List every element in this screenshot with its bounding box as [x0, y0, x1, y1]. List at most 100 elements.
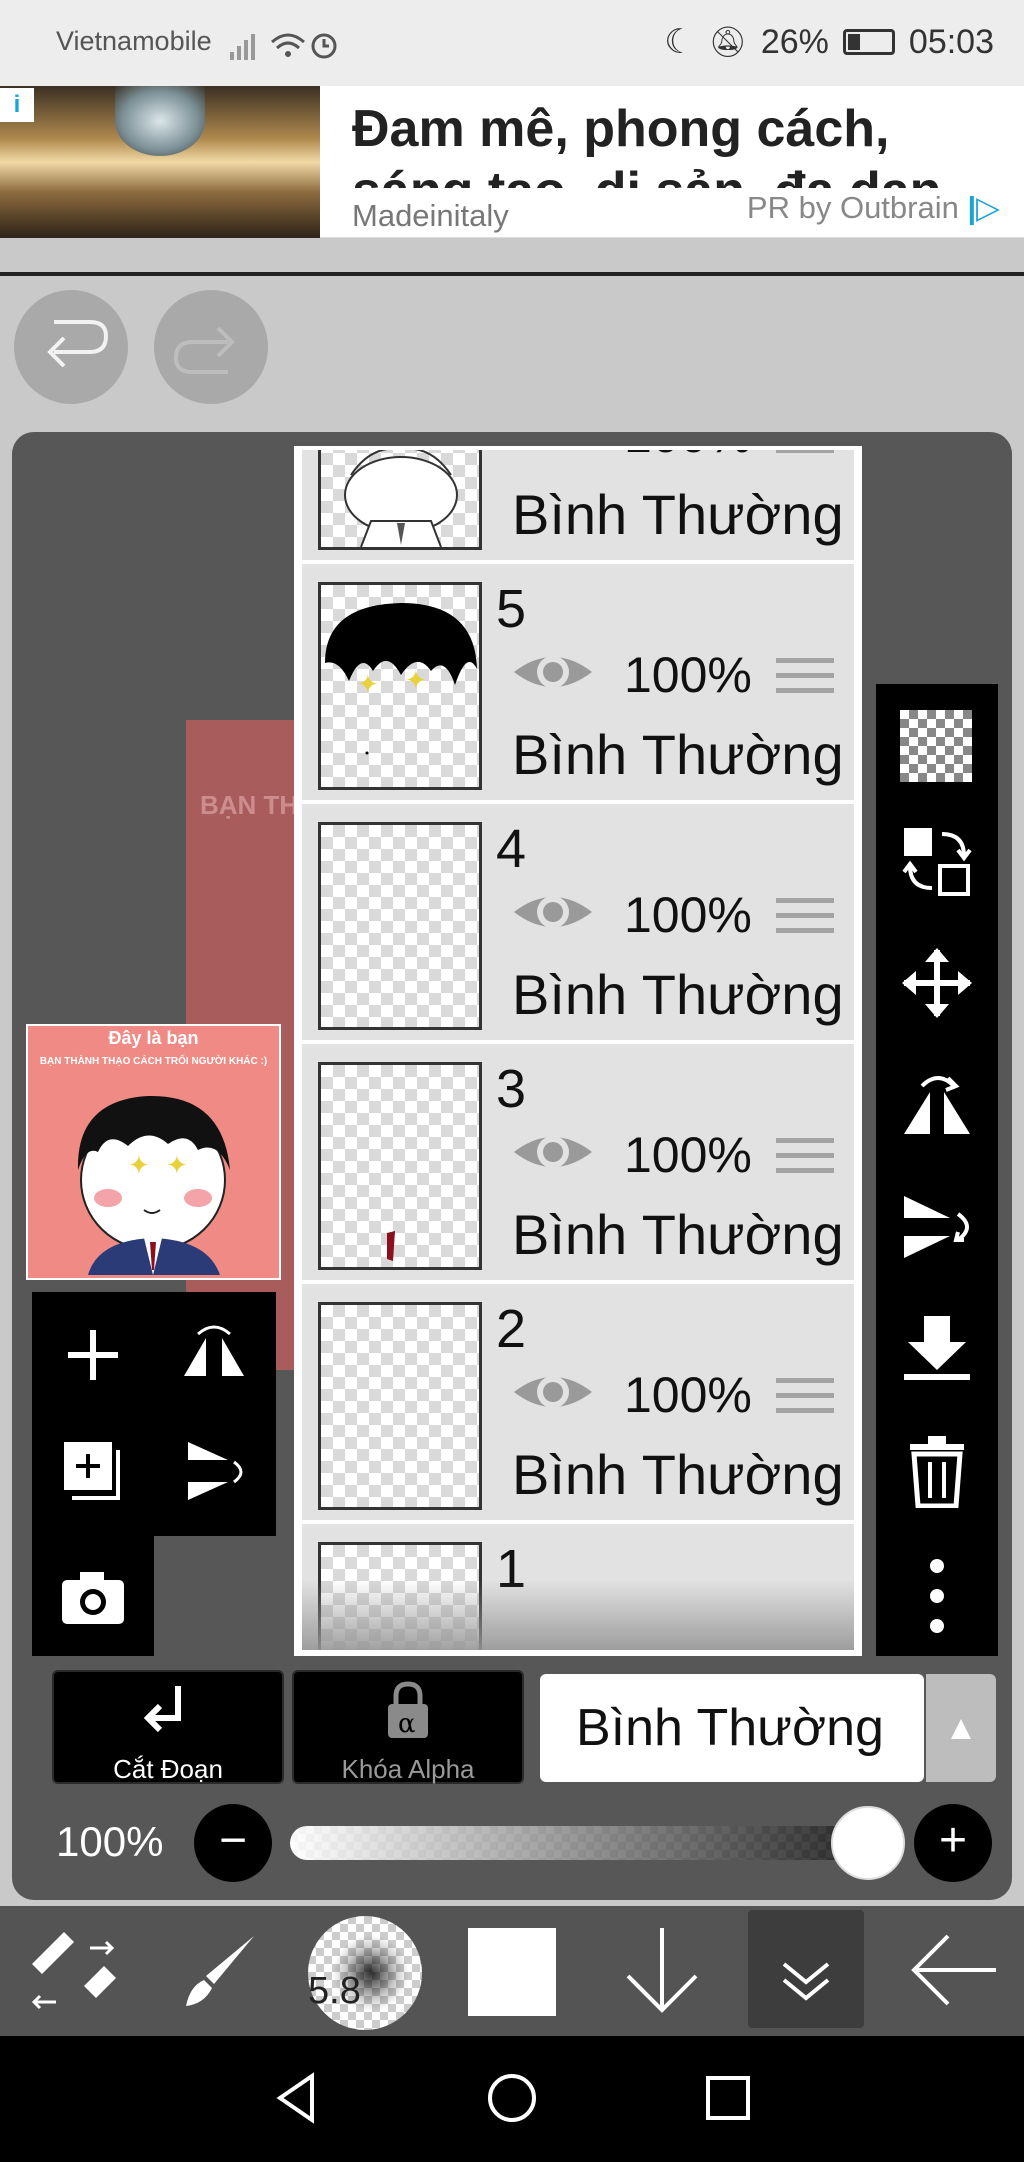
- ad-sponsor[interactable]: PR by Outbrain |▷: [747, 190, 1000, 226]
- visibility-eye-icon[interactable]: [512, 1366, 594, 1418]
- clipping-button[interactable]: Cắt Đoạn: [52, 1670, 284, 1784]
- ad-image[interactable]: [0, 86, 320, 238]
- undo-icon: [47, 320, 109, 368]
- swap-icon: [902, 828, 972, 896]
- svg-text:✦: ✦: [128, 1151, 150, 1181]
- layer-row-4[interactable]: 4 100% Bình Thường: [302, 808, 854, 1044]
- flip-vertical-icon: [188, 1442, 243, 1500]
- swap-layer-button[interactable]: [876, 824, 998, 912]
- moon-icon: ☾: [664, 23, 695, 61]
- back-button[interactable]: [904, 1906, 1004, 2036]
- clipping-label: Cắt Đoạn: [113, 1754, 223, 1784]
- flip-layer-vertical-button[interactable]: [178, 1436, 250, 1506]
- camera-import-button[interactable]: [58, 1562, 128, 1632]
- character-drawing: ✦ ✦: [77, 1095, 230, 1275]
- layer-thumbnail[interactable]: [318, 822, 482, 1030]
- layer-row-3[interactable]: 3 100% Bình Thường: [302, 1048, 854, 1284]
- drag-handle-icon[interactable]: [776, 898, 834, 940]
- ad-banner[interactable]: i Đam mê, phong cách, sáng tạo, di sản, …: [0, 86, 1024, 238]
- mute-icon: 🔕︎: [708, 25, 747, 59]
- drag-handle-icon[interactable]: [776, 658, 834, 700]
- layer-thumbnail[interactable]: [318, 450, 482, 550]
- redo-icon: [173, 326, 235, 374]
- tool-switch-button[interactable]: [20, 1906, 120, 2036]
- undo-button[interactable]: [14, 290, 128, 404]
- thumbnail-subtitle: BẠN THÀNH THẠO CÁCH TRỐI NGƯỜI KHÁC :): [39, 1056, 268, 1067]
- color-swatch[interactable]: [468, 1928, 556, 2016]
- flip-horizontal-button[interactable]: [876, 1068, 998, 1156]
- layer-blend-mode: Bình Thường: [512, 483, 844, 546]
- brush-tool-button[interactable]: [170, 1906, 270, 2036]
- visibility-eye-icon[interactable]: [512, 450, 594, 458]
- more-vertical-icon: [930, 1559, 944, 1633]
- svg-text:α: α: [398, 1709, 416, 1739]
- ad-source: Madeinitaly: [352, 198, 509, 233]
- blend-mode-dropdown-arrow-icon[interactable]: ▲: [926, 1674, 996, 1782]
- battery-icon: [842, 29, 895, 55]
- redo-button[interactable]: [154, 290, 268, 404]
- drag-handle-icon[interactable]: [776, 450, 834, 460]
- ad-headline[interactable]: Đam mê, phong cách, sáng tạo, di sản, đa…: [352, 98, 1012, 188]
- brush-size-indicator[interactable]: 5.8: [308, 1916, 422, 2030]
- layer-thumbnail[interactable]: [318, 1062, 482, 1270]
- trash-icon: [910, 1436, 964, 1509]
- move-down-button[interactable]: [612, 1906, 712, 2036]
- brush-icon: [186, 1936, 254, 2006]
- layer-number: 3: [496, 1059, 527, 1119]
- layer-blend-mode: Bình Thường: [512, 963, 844, 1026]
- merge-down-button[interactable]: [876, 1312, 998, 1400]
- ad-badge-icon[interactable]: i: [0, 88, 34, 122]
- hair-thumbnail: ✦ ✦: [325, 603, 477, 755]
- layer-row-5[interactable]: ✦ ✦ 5 100% Bình Thường: [302, 568, 854, 804]
- visibility-eye-icon[interactable]: [512, 646, 594, 698]
- drag-handle-icon[interactable]: [776, 1138, 834, 1180]
- more-options-button[interactable]: [876, 1556, 998, 1650]
- add-layer-button[interactable]: [58, 1320, 128, 1390]
- drag-handle-icon[interactable]: [776, 1378, 834, 1420]
- layer-thumbnail[interactable]: [318, 1302, 482, 1510]
- brush-eraser-swap-icon: [31, 1932, 116, 2010]
- move-layer-button[interactable]: [876, 946, 998, 1034]
- canvas-thumbnail[interactable]: Đây là bạn BẠN THÀNH THẠO CÁCH TRỐI NGƯỜ…: [26, 1024, 281, 1280]
- layer-blend-mode: Bình Thường: [512, 723, 844, 786]
- signal-wifi-alarm-icons: [230, 33, 337, 60]
- opacity-increase-button[interactable]: +: [914, 1804, 992, 1882]
- nav-recents-icon[interactable]: [698, 2068, 758, 2128]
- blend-mode-select[interactable]: Bình Thường: [540, 1674, 924, 1782]
- transparent-fill-button[interactable]: [876, 706, 998, 798]
- battery-percent: 26%: [760, 22, 829, 61]
- camera-icon: [62, 1572, 124, 1624]
- blend-mode-value: Bình Thường: [576, 1699, 884, 1757]
- arrow-left-icon: [911, 1934, 996, 2006]
- alpha-lock-button[interactable]: α Khóa Alpha: [292, 1670, 524, 1784]
- nav-home-icon[interactable]: [482, 2068, 542, 2128]
- plus-icon: [68, 1330, 118, 1380]
- tie-thumbnail: [387, 1231, 395, 1261]
- flip-layer-horizontal-button[interactable]: [178, 1320, 250, 1390]
- delete-layer-button[interactable]: [876, 1434, 998, 1522]
- layers-list[interactable]: 100% Bình Thường ✦✦ 5 100% Bình Thường 4…: [302, 450, 854, 1650]
- opacity-slider-knob[interactable]: [831, 1806, 905, 1880]
- checkerboard-icon: [900, 710, 972, 782]
- layer-thumbnail[interactable]: ✦ ✦: [318, 582, 482, 790]
- outbrain-icon: |▷: [967, 190, 1000, 225]
- duplicate-layer-button[interactable]: [58, 1436, 128, 1506]
- opacity-slider[interactable]: [290, 1826, 890, 1860]
- opacity-decrease-button[interactable]: −: [194, 1804, 272, 1882]
- layers-tab-button[interactable]: [748, 1910, 864, 2028]
- visibility-eye-icon[interactable]: [512, 886, 594, 938]
- minus-icon: −: [218, 1814, 248, 1867]
- layers-panel[interactable]: 100% Bình Thường ✦✦ 5 100% Bình Thường 4…: [294, 446, 862, 1656]
- layer-row-6[interactable]: 100% Bình Thường: [302, 450, 854, 564]
- system-nav-bar: [0, 2036, 1024, 2162]
- layer-row-2[interactable]: 2 100% Bình Thường: [302, 1288, 854, 1524]
- layer-opacity: 100%: [624, 1127, 752, 1183]
- visibility-eye-icon[interactable]: [512, 1126, 594, 1178]
- flip-vertical-button[interactable]: [876, 1190, 998, 1278]
- flip-horizontal-icon: [184, 1325, 244, 1376]
- nav-back-icon[interactable]: [268, 2068, 328, 2128]
- plus-icon: +: [938, 1814, 968, 1867]
- thumbnail-title: Đây là bạn: [108, 1028, 199, 1048]
- sketch-thumbnail: [344, 450, 458, 547]
- arrow-down-icon: [626, 1928, 698, 2013]
